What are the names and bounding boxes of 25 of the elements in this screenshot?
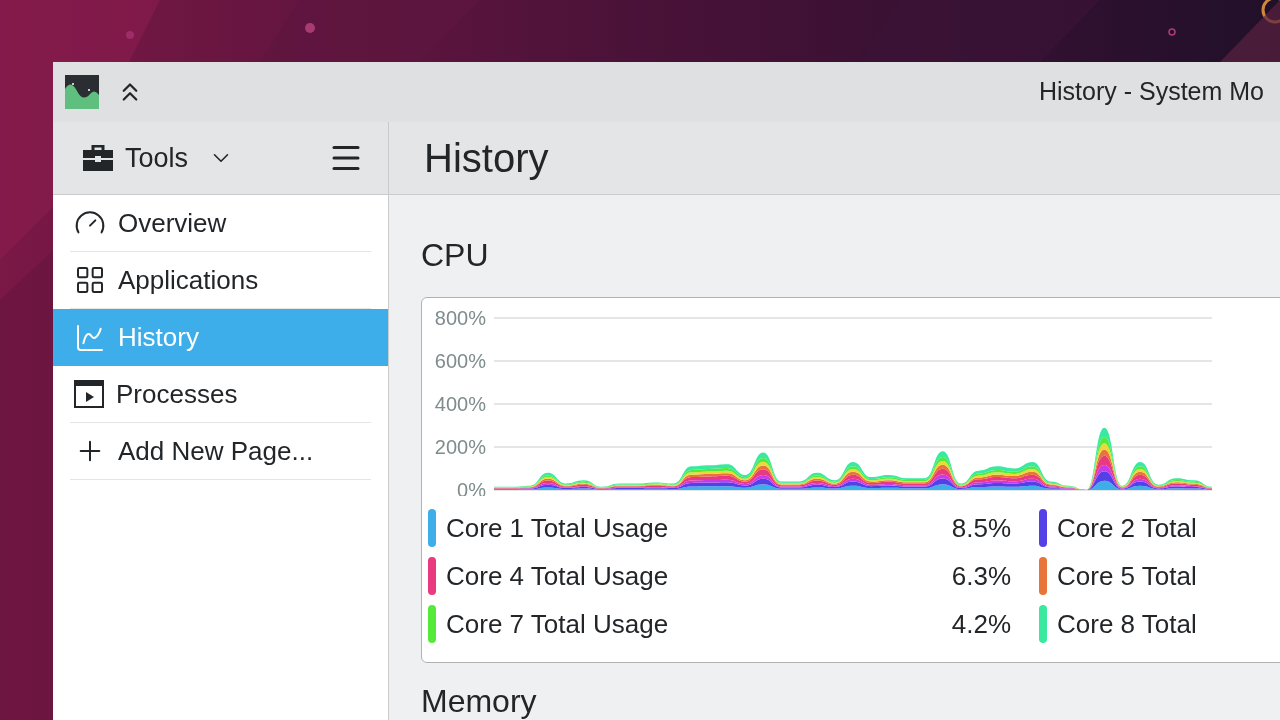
sidebar-item[interactable]: Overview [70, 195, 371, 252]
axis-label: 600% [434, 350, 486, 372]
legend-label: Core 5 Total [1057, 559, 1197, 593]
legend-value: 8.5% [951, 511, 1011, 545]
legend-label: Core 7 Total Usage [446, 607, 669, 641]
section-heading: CPU [421, 236, 490, 275]
axis-label: 200% [434, 436, 486, 458]
legend-label: Core 1 Total Usage [446, 511, 669, 545]
tools-menu-button[interactable]: Tools [83, 137, 235, 179]
axis-label: 800% [434, 307, 486, 329]
section-heading: Memory [421, 682, 538, 720]
sidebar-item[interactable]: Processes [70, 366, 371, 423]
legend-value: 6.3% [951, 559, 1011, 593]
grid-icon [74, 264, 106, 296]
page-header: History [389, 122, 1280, 195]
legend-label: Core 4 Total Usage [446, 559, 669, 593]
sidebar-item[interactable]: Add New Page... [70, 423, 371, 480]
legend-label: Core 8 Total [1057, 607, 1197, 641]
window-play-icon [74, 380, 104, 408]
toolbox-icon [83, 145, 113, 171]
app-icon [65, 75, 99, 109]
axis-label: 400% [434, 393, 486, 415]
legend-value: 4.2% [951, 607, 1011, 641]
window-title: History - System Mo [1039, 76, 1265, 108]
legend-label: Core 2 Total [1057, 511, 1197, 545]
